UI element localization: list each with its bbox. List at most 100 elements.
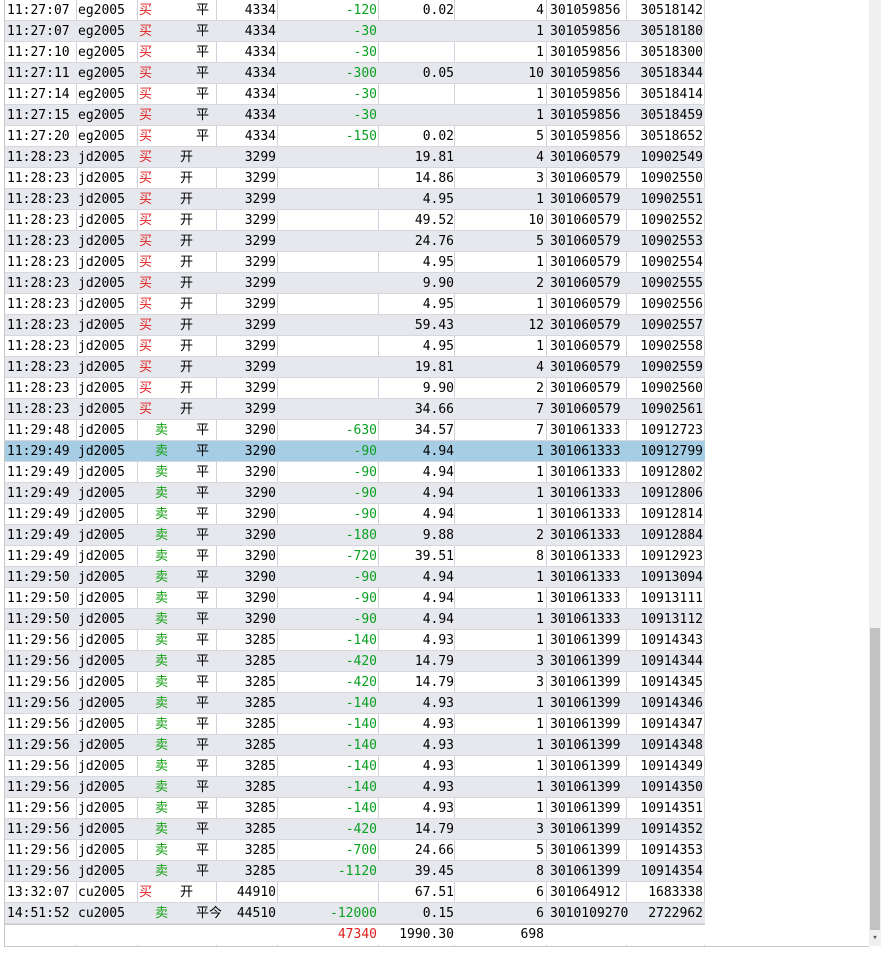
- cell-order-id: 10914348: [640, 738, 703, 753]
- table-row[interactable]: 11:29:56 jd2005 卖 平 3285 -140 4.93 1 301061399 10…: [5, 630, 869, 651]
- table-row[interactable]: 11:28:23 jd2005 买 开 3299 4.95 1 301060579 109025…: [5, 252, 869, 273]
- scroll-down-arrow-icon[interactable]: ▾: [871, 934, 879, 943]
- table-row[interactable]: 11:29:56 jd2005 卖 平 3285 -420 14.79 3 301061399 1…: [5, 651, 869, 672]
- table-row[interactable]: 11:27:07 eg2005 买 平 4334 -120 0.02 4 301059856 30…: [5, 0, 869, 21]
- cell-symbol: jd2005: [78, 675, 125, 690]
- table-row[interactable]: 11:28:23 jd2005 买 开 3299 19.81 4 301060579 10902…: [5, 147, 869, 168]
- cell-time: 11:29:50: [7, 591, 70, 606]
- cell-direction: 买: [139, 108, 153, 123]
- table-row[interactable]: 11:29:50 jd2005 卖 平 3290 -90 4.94 1 301061333 109…: [5, 588, 869, 609]
- table-row[interactable]: 11:28:23 jd2005 买 开 3299 34.66 7 301060579 10902…: [5, 399, 869, 420]
- cell-symbol: eg2005: [78, 66, 125, 81]
- table-row[interactable]: 11:28:23 jd2005 买 开 3299 4.95 1 301060579 109025…: [5, 336, 869, 357]
- table-row[interactable]: 11:28:23 jd2005 买 开 3299 4.95 1 301060579 109025…: [5, 189, 869, 210]
- cell-account: 301060579: [550, 234, 621, 249]
- cell-direction: 买: [139, 402, 153, 417]
- cell-order-id: 10902549: [640, 150, 703, 165]
- cell-order-id: 10914352: [640, 822, 703, 837]
- cell-symbol: jd2005: [78, 654, 125, 669]
- cell-qty: 1: [536, 780, 544, 795]
- cell-open-close: 开: [180, 339, 194, 354]
- cell-qty: 1: [536, 465, 544, 480]
- table-row[interactable]: 11:27:07 eg2005 买 平 4334 -30 1 301059856 3051818…: [5, 21, 869, 42]
- table-row[interactable]: 11:27:15 eg2005 买 平 4334 -30 1 301059856 3051845…: [5, 105, 869, 126]
- table-row[interactable]: 11:29:49 jd2005 卖 平 3290 -90 4.94 1 301061333 109…: [5, 483, 869, 504]
- cell-order-id: 10912806: [640, 486, 703, 501]
- table-row[interactable]: 11:29:56 jd2005 卖 平 3285 -140 4.93 1 301061399 10…: [5, 714, 869, 735]
- cell-qty: 1: [536, 339, 544, 354]
- cell-time: 11:29:56: [7, 633, 70, 648]
- cell-fee: 4.93: [422, 801, 454, 816]
- table-row[interactable]: 11:28:23 jd2005 买 开 3299 24.76 5 301060579 10902…: [5, 231, 869, 252]
- table-row[interactable]: 11:28:23 jd2005 买 开 3299 4.95 1 301060579 109025…: [5, 294, 869, 315]
- cell-account: 301059856: [550, 66, 621, 81]
- table-row[interactable]: 11:29:56 jd2005 卖 平 3285 -700 24.66 5 301061399 1…: [5, 840, 869, 861]
- table-row[interactable]: 11:28:23 jd2005 买 开 3299 59.43 12 301060579 1090…: [5, 315, 869, 336]
- cell-direction: 卖: [155, 801, 169, 816]
- scrollbar-thumb[interactable]: [870, 628, 880, 930]
- cell-symbol: jd2005: [78, 759, 125, 774]
- cell-direction: 卖: [155, 759, 169, 774]
- table-row[interactable]: 11:29:50 jd2005 卖 平 3290 -90 4.94 1 301061333 109…: [5, 567, 869, 588]
- table-row[interactable]: 11:28:23 jd2005 买 开 3299 9.90 2 301060579 109025…: [5, 273, 869, 294]
- cell-symbol: jd2005: [78, 486, 125, 501]
- table-row[interactable]: 11:29:49 jd2005 卖 平 3290 -90 4.94 1 301061333 109…: [5, 504, 869, 525]
- cell-qty: 3: [536, 171, 544, 186]
- cell-direction: 买: [139, 297, 153, 312]
- cell-fee: 19.81: [414, 150, 454, 165]
- cell-order-id: 10914343: [640, 633, 703, 648]
- cell-fee: 0.02: [422, 3, 454, 18]
- table-row[interactable]: 11:29:56 jd2005 卖 平 3285 -140 4.93 1 301061399 10…: [5, 693, 869, 714]
- cell-order-id: 10914351: [640, 801, 703, 816]
- cell-open-close: 开: [180, 234, 194, 249]
- table-row[interactable]: 14:51:52 cu2005 卖 平今 44510 -12000 0.15 6 3010109…: [5, 903, 869, 924]
- table-row[interactable]: 11:29:56 jd2005 卖 平 3285 -140 4.93 1 301061399 10…: [5, 777, 869, 798]
- cell-fee: 4.93: [422, 633, 454, 648]
- table-row[interactable]: 11:27:10 eg2005 买 平 4334 -30 1 301059856 3051830…: [5, 42, 869, 63]
- table-row[interactable]: 11:29:56 jd2005 卖 平 3285 -1120 39.45 8 301061399…: [5, 861, 869, 882]
- cell-fee: 9.90: [422, 276, 454, 291]
- cell-direction: 卖: [155, 906, 169, 921]
- table-row[interactable]: 11:29:56 jd2005 卖 平 3285 -420 14.79 3 301061399 1…: [5, 819, 869, 840]
- cell-price: 3285: [244, 801, 276, 816]
- table-row[interactable]: 11:29:50 jd2005 卖 平 3290 -90 4.94 1 301061333 109…: [5, 609, 869, 630]
- cell-pnl: -120: [345, 3, 377, 18]
- table-row[interactable]: 11:29:49 jd2005 卖 平 3290 -90 4.94 1 301061333 109…: [5, 462, 869, 483]
- table-row[interactable]: 11:29:56 jd2005 卖 平 3285 -140 4.93 1 301061399 10…: [5, 756, 869, 777]
- table-row[interactable]: 11:29:49 jd2005 卖 平 3290 -180 9.88 2 301061333 10…: [5, 525, 869, 546]
- cell-symbol: jd2005: [78, 822, 125, 837]
- cell-fee: [380, 21, 454, 42]
- cell-symbol: jd2005: [78, 780, 125, 795]
- table-row[interactable]: 11:28:23 jd2005 买 开 3299 49.52 10 301060579 1090…: [5, 210, 869, 231]
- cell-open-close: 平: [196, 549, 210, 564]
- vertical-scrollbar[interactable]: ▾: [869, 0, 881, 946]
- table-row[interactable]: 11:29:49 jd2005 卖 平 3290 -90 4.94 1 301061333 109…: [5, 441, 869, 462]
- cell-price: 3290: [244, 570, 276, 585]
- table-row[interactable]: 11:29:49 jd2005 卖 平 3290 -720 39.51 8 301061333 1…: [5, 546, 869, 567]
- table-row[interactable]: 11:29:48 jd2005 卖 平 3290 -630 34.57 7 301061333 1…: [5, 420, 869, 441]
- table-row[interactable]: 13:32:07 cu2005 买 开 44910 67.51 6 301064912 1683…: [5, 882, 869, 903]
- table-row[interactable]: 11:29:56 jd2005 卖 平 3285 -420 14.79 3 301061399 1…: [5, 672, 869, 693]
- cell-time: 11:29:49: [7, 486, 70, 501]
- table-row[interactable]: 11:27:11 eg2005 买 平 4334 -300 0.05 10 301059856 3…: [5, 63, 869, 84]
- cell-pnl: -420: [345, 822, 377, 837]
- cell-qty: 10: [528, 66, 544, 81]
- table-row[interactable]: 11:27:14 eg2005 买 平 4334 -30 1 301059856 3051841…: [5, 84, 869, 105]
- table-row[interactable]: 11:28:23 jd2005 买 开 3299 14.86 3 301060579 10902…: [5, 168, 869, 189]
- cell-open-close: 平: [196, 612, 210, 627]
- cell-price: 3285: [244, 759, 276, 774]
- table-row[interactable]: 11:29:56 jd2005 卖 平 3285 -140 4.93 1 301061399 10…: [5, 735, 869, 756]
- cell-direction: 卖: [155, 612, 169, 627]
- cell-pnl: -1120: [337, 864, 377, 879]
- cell-qty: 7: [536, 402, 544, 417]
- cell-qty: 1: [536, 486, 544, 501]
- table-row[interactable]: 11:29:56 jd2005 卖 平 3285 -140 4.93 1 301061399 10…: [5, 798, 869, 819]
- cell-qty: 5: [536, 843, 544, 858]
- cell-direction: 卖: [155, 423, 169, 438]
- cell-order-id: 10912802: [640, 465, 703, 480]
- cell-symbol: cu2005: [78, 885, 125, 900]
- cell-price: 3290: [244, 549, 276, 564]
- table-row[interactable]: 11:27:20 eg2005 买 平 4334 -150 0.02 5 301059856 30…: [5, 126, 869, 147]
- table-row[interactable]: 11:28:23 jd2005 买 开 3299 19.81 4 301060579 10902…: [5, 357, 869, 378]
- table-row[interactable]: 11:28:23 jd2005 买 开 3299 9.90 2 301060579 109025…: [5, 378, 869, 399]
